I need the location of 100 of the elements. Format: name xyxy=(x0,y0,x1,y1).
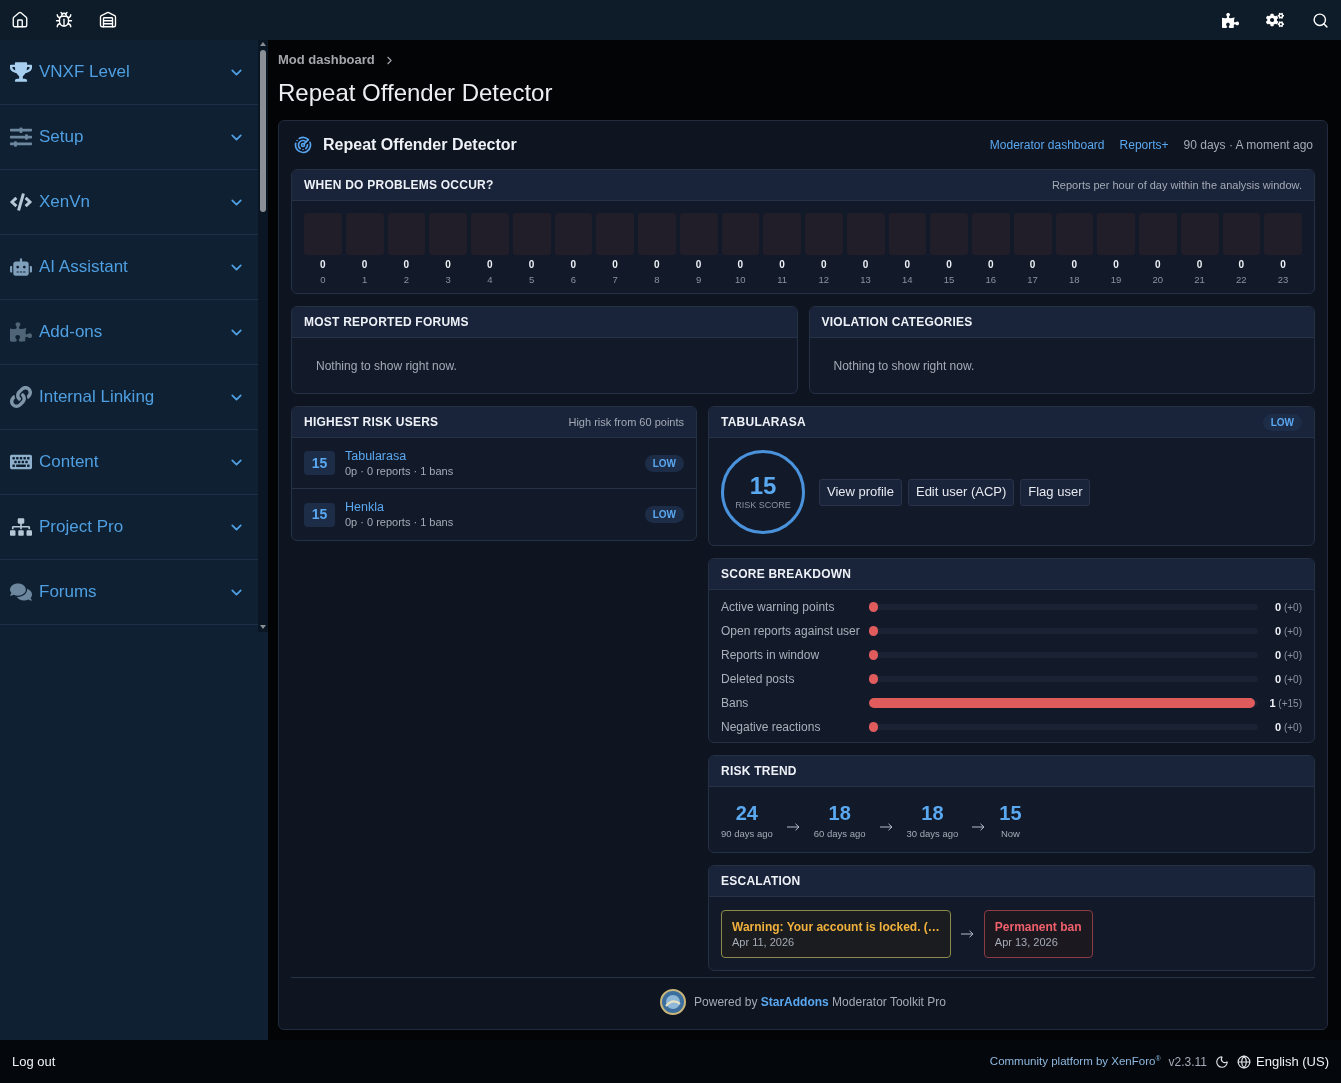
hour-count: 0 xyxy=(403,259,410,271)
hour-label: 22 xyxy=(1236,274,1247,286)
hour-label: 11 xyxy=(777,274,788,286)
action-button[interactable]: Edit user (ACP) xyxy=(907,478,1015,506)
period-meta: 90 days · A moment ago xyxy=(1183,137,1313,154)
action-button[interactable]: Flag user xyxy=(1020,478,1091,506)
panel-note: High risk from 60 points xyxy=(568,414,684,430)
sitemap-icon xyxy=(10,516,32,538)
risk-badge: LOW xyxy=(1262,413,1302,431)
user-link[interactable]: Henkla xyxy=(345,499,384,515)
panel-title: HIGHEST RISK USERS xyxy=(304,414,439,431)
logout-link[interactable]: Log out xyxy=(12,1051,56,1072)
hour-label: 6 xyxy=(570,274,576,286)
trend-value: 18 xyxy=(921,801,944,825)
hour-count: 0 xyxy=(361,259,368,271)
puzzle-icon xyxy=(1221,11,1239,29)
trophy-icon xyxy=(10,61,32,83)
hour-label: 19 xyxy=(1110,274,1122,286)
home-icon xyxy=(11,11,29,29)
header-link[interactable]: Moderator dashboard xyxy=(989,136,1105,154)
version-text: v2.3.11 xyxy=(1168,1053,1208,1071)
panel-title: VIOLATION CATEGORIES xyxy=(821,314,973,331)
addons-button[interactable] xyxy=(1221,11,1239,29)
trend-value: 24 xyxy=(735,801,758,825)
hour-label: 14 xyxy=(902,274,913,286)
breakdown-value: 1 (+15) xyxy=(1268,695,1302,711)
hour-label: 3 xyxy=(445,274,451,286)
hour-count: 0 xyxy=(320,259,326,271)
action-button[interactable]: View profile xyxy=(819,478,902,506)
user-stats: 0p · 0 reports · 1 bans xyxy=(345,463,454,479)
breakdown-label: Active warning points xyxy=(721,599,836,616)
step-date: Apr 11, 2026 xyxy=(732,934,796,950)
breakdown-value: 0 (+0) xyxy=(1274,671,1302,687)
hour-count: 0 xyxy=(821,259,827,271)
hour-label: 4 xyxy=(487,274,493,286)
hour-count: 0 xyxy=(1280,259,1286,271)
hour-count: 0 xyxy=(988,259,994,271)
page-title: Repeat Offender Detector xyxy=(278,78,554,108)
puzzle-icon xyxy=(10,321,32,343)
panel-title: WHEN DO PROBLEMS OCCUR? xyxy=(304,177,494,194)
home-button[interactable] xyxy=(11,11,29,29)
code-icon xyxy=(10,191,32,213)
hour-count: 0 xyxy=(445,259,451,271)
radar-icon xyxy=(294,136,312,154)
platform-credit-link[interactable]: Community platform by XenForo$^{®}$ xyxy=(989,1052,1161,1071)
hour-count: 0 xyxy=(1029,259,1036,271)
breakdown-value: 0 (+0) xyxy=(1274,647,1302,663)
trend-label: Now xyxy=(1000,828,1020,840)
score-badge: 15 xyxy=(304,451,335,475)
bug-icon xyxy=(55,11,73,29)
hour-count: 0 xyxy=(695,259,702,271)
search-button[interactable] xyxy=(1311,11,1329,29)
hour-count: 0 xyxy=(1113,259,1119,271)
hour-count: 0 xyxy=(528,259,535,271)
breakdown-value: 0 (+0) xyxy=(1274,623,1302,639)
step-title: Warning: Your account is locked. (… xyxy=(732,918,940,935)
round-emblem-icon xyxy=(660,989,687,1015)
hour-count: 0 xyxy=(612,259,618,271)
theme-toggle-button[interactable] xyxy=(1215,1054,1230,1069)
breakdown-label: Negative reactions xyxy=(721,719,822,736)
hour-label: 1 xyxy=(361,274,368,286)
hour-label: 20 xyxy=(1152,274,1164,286)
sliders-icon xyxy=(10,126,32,148)
hour-count: 0 xyxy=(1071,259,1078,271)
hour-count: 0 xyxy=(487,259,493,271)
trend-label: 90 days ago xyxy=(721,828,773,840)
score-badge: 15 xyxy=(304,502,335,527)
hour-label: 12 xyxy=(818,274,830,286)
step-date: Apr 13, 2026 xyxy=(994,934,1059,950)
hour-label: 15 xyxy=(943,274,955,286)
settings-button[interactable] xyxy=(1266,11,1284,29)
hour-label: 2 xyxy=(403,274,409,286)
link-icon xyxy=(10,386,32,408)
hour-count: 0 xyxy=(946,259,952,271)
hour-count: 0 xyxy=(779,259,785,271)
trend-label: 30 days ago xyxy=(906,828,959,840)
arrow-right-icon xyxy=(879,822,893,831)
risk-score-value: 15 xyxy=(749,473,777,499)
vendor-link[interactable]: StarAddons xyxy=(760,995,829,1009)
garage-button[interactable] xyxy=(99,11,117,29)
breadcrumb-link[interactable]: Mod dashboard xyxy=(278,50,375,70)
header-link[interactable]: Reports+ xyxy=(1119,136,1169,154)
arrow-right-icon xyxy=(972,822,986,831)
user-stats: 0p · 0 reports · 1 bans xyxy=(345,515,454,530)
garage-icon xyxy=(99,11,117,29)
arrow-right-icon xyxy=(960,930,974,938)
powered-by-text: Powered by StarAddons Moderator Toolkit Pro xyxy=(694,994,946,1011)
user-link[interactable]: Tabularasa xyxy=(345,447,407,464)
debug-button[interactable] xyxy=(55,11,73,29)
panel-title: ESCALATION xyxy=(721,873,801,890)
settings-icon xyxy=(1266,11,1284,29)
language-button[interactable]: English (US) xyxy=(1237,1051,1329,1072)
risk-score-label: RISK SCORE xyxy=(735,499,791,511)
hour-label: 0 xyxy=(320,274,326,286)
hour-label: 17 xyxy=(1027,274,1038,286)
hour-count: 0 xyxy=(1238,259,1245,271)
trend-label: 60 days ago xyxy=(813,828,866,840)
hour-label: 16 xyxy=(985,274,997,286)
panel-title: TABULARASA xyxy=(721,414,806,431)
hour-count: 0 xyxy=(654,259,660,271)
